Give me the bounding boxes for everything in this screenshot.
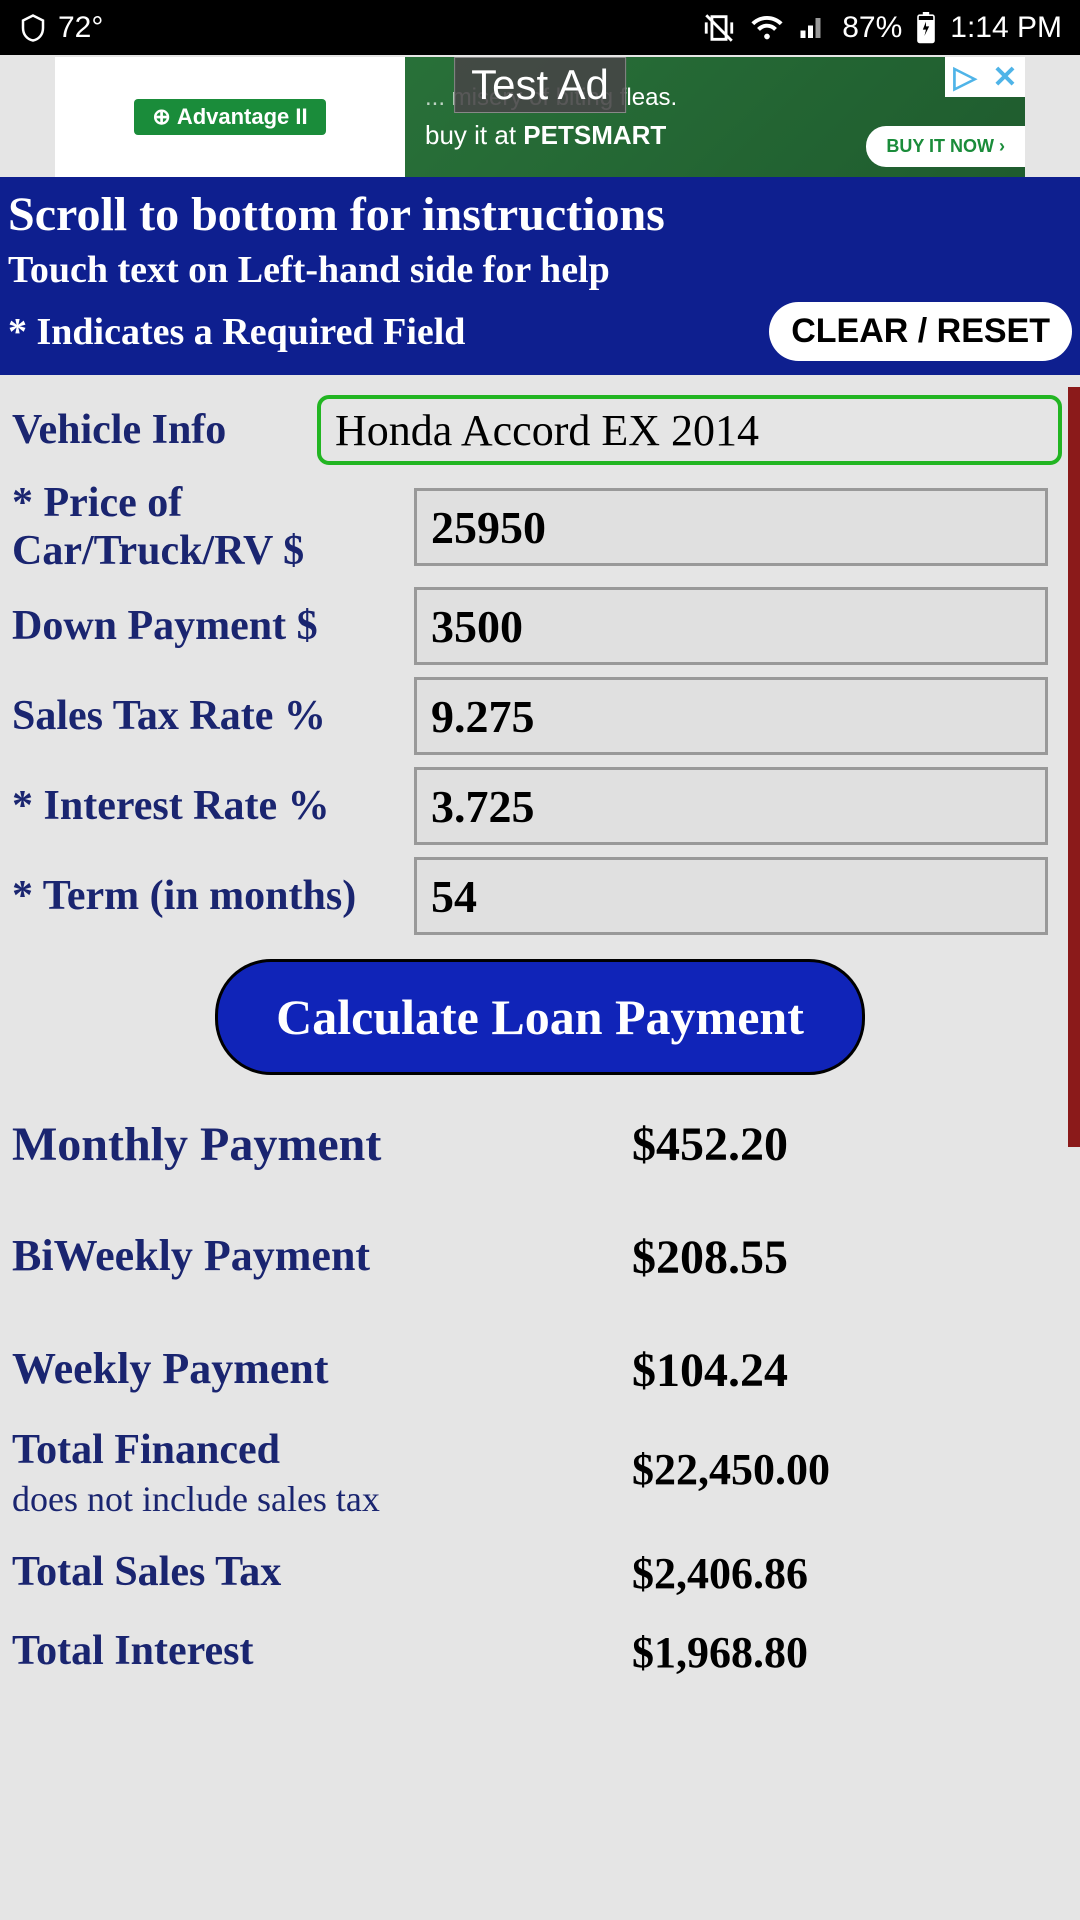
ad-test-label: Test Ad: [454, 57, 626, 113]
vehicle-info-input[interactable]: [317, 395, 1062, 465]
term-input[interactable]: [414, 857, 1048, 935]
instructions-banner: Scroll to bottom for instructions Touch …: [0, 177, 1080, 375]
wifi-icon: [750, 11, 784, 45]
price-input[interactable]: [414, 488, 1048, 566]
shield-icon: [18, 13, 48, 43]
biweekly-payment-value: $208.55: [632, 1230, 788, 1285]
biweekly-payment-label: BiWeekly Payment: [12, 1230, 632, 1281]
signal-icon: [798, 13, 828, 43]
monthly-payment-value: $452.20: [632, 1117, 788, 1172]
ad-close-icon[interactable]: ✕: [985, 57, 1025, 97]
weekly-payment-value: $104.24: [632, 1343, 788, 1398]
down-payment-input[interactable]: [414, 587, 1048, 665]
instruction-line-2: Touch text on Left-hand side for help: [8, 248, 1072, 292]
sales-tax-label[interactable]: Sales Tax Rate %: [12, 692, 414, 740]
status-temperature: 72°: [58, 11, 103, 45]
status-battery-pct: 87%: [842, 11, 902, 45]
vibrate-off-icon: [702, 11, 736, 45]
ad-banner[interactable]: ⊕Advantage II ... misery of biting fleas…: [55, 57, 1025, 177]
calculate-button[interactable]: Calculate Loan Payment: [215, 959, 865, 1075]
ad-cta-button[interactable]: BUY IT NOW ›: [866, 126, 1025, 167]
android-status-bar: 72° 87% 1:14 PM: [0, 0, 1080, 55]
price-label[interactable]: * Price of Car/Truck/RV $: [12, 479, 414, 575]
weekly-payment-label: Weekly Payment: [12, 1343, 632, 1394]
total-financed-value: $22,450.00: [632, 1426, 830, 1495]
instruction-line-3: * Indicates a Required Field: [8, 310, 465, 354]
ad-brand-panel: ⊕Advantage II: [55, 57, 405, 177]
battery-charging-icon: [916, 12, 936, 44]
instruction-line-1: Scroll to bottom for instructions: [8, 187, 1072, 242]
total-interest-value: $1,968.80: [632, 1627, 808, 1678]
total-sales-tax-label: Total Sales Tax: [12, 1548, 632, 1596]
interest-rate-label[interactable]: * Interest Rate %: [12, 782, 414, 830]
total-interest-label: Total Interest: [12, 1627, 632, 1675]
sales-tax-input[interactable]: [414, 677, 1048, 755]
vehicle-info-label[interactable]: Vehicle Info: [12, 406, 317, 454]
monthly-payment-label: Monthly Payment: [12, 1117, 632, 1172]
clear-reset-button[interactable]: CLEAR / RESET: [769, 302, 1072, 361]
ad-info-icon[interactable]: ▷: [945, 57, 985, 97]
down-payment-label[interactable]: Down Payment $: [12, 602, 414, 650]
total-financed-label: Total Financed does not include sales ta…: [12, 1426, 632, 1520]
total-sales-tax-value: $2,406.86: [632, 1548, 808, 1599]
ad-brand-logo: ⊕Advantage II: [134, 99, 325, 135]
interest-rate-input[interactable]: [414, 767, 1048, 845]
scroll-indicator[interactable]: [1068, 387, 1080, 1147]
term-label[interactable]: * Term (in months): [12, 872, 414, 920]
form-area: Vehicle Info * Price of Car/Truck/RV $ D…: [0, 387, 1080, 1692]
status-time: 1:14 PM: [950, 11, 1062, 45]
